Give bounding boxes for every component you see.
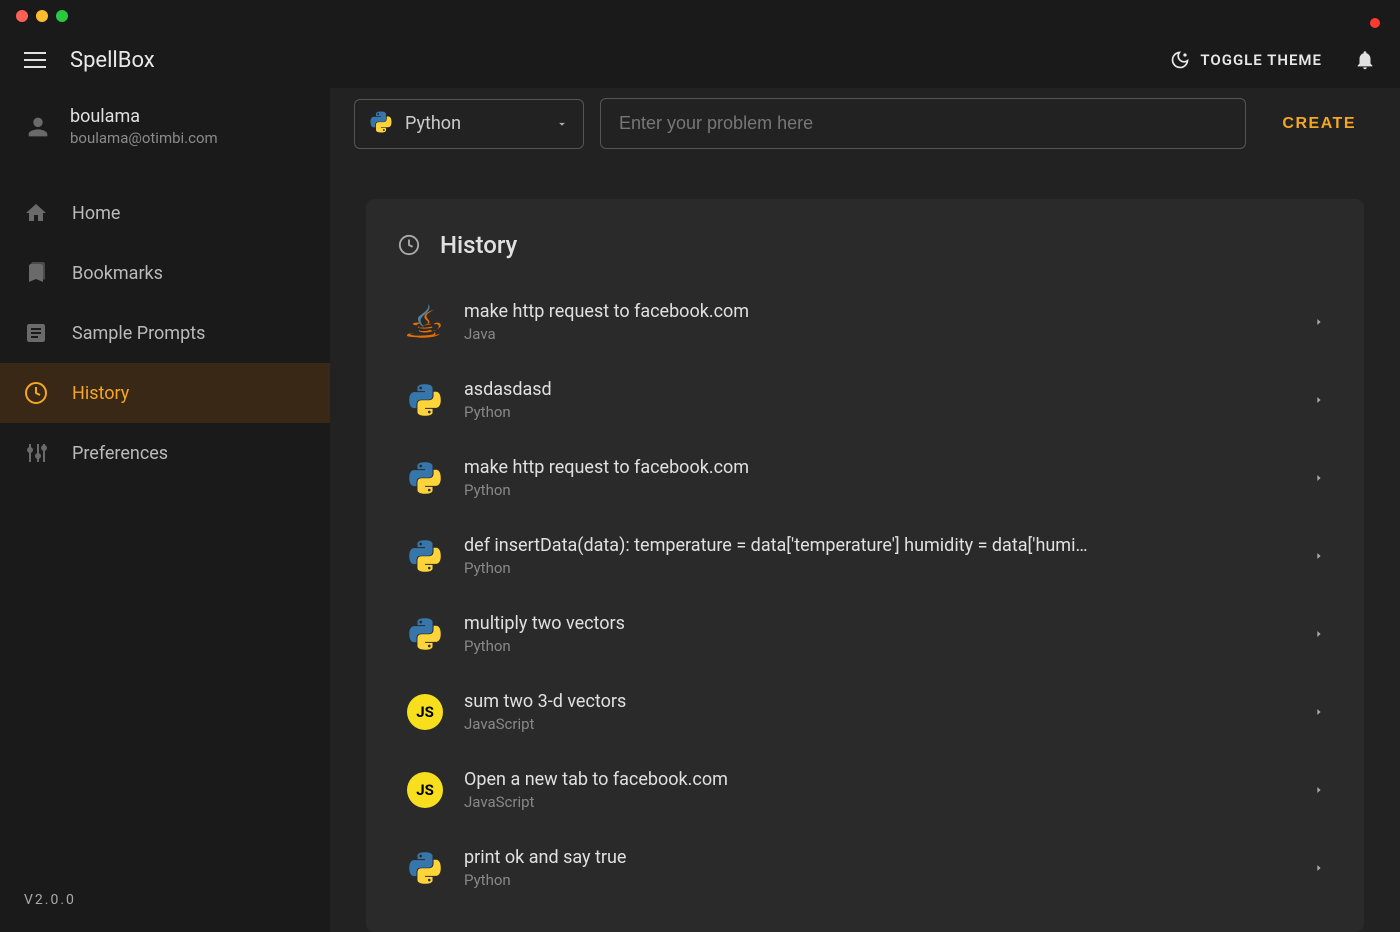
chevron-right-icon [1314,629,1324,639]
history-prompt: multiply two vectors [464,613,1294,634]
sidebar-item-preferences[interactable]: Preferences [0,423,330,483]
history-language: Python [464,403,1294,421]
history-language: Java [464,325,1294,343]
window-controls [16,10,68,22]
python-icon [369,110,393,138]
history-item[interactable]: print ok and say true Python [398,829,1332,907]
history-language: Python [464,481,1294,499]
history-item[interactable]: def insertData(data): temperature = data… [398,517,1332,595]
python-icon [406,459,444,497]
history-prompt: asdasdasd [464,379,1294,400]
user-email: boulama@otimbi.com [70,129,218,147]
js-icon: JS [406,693,444,731]
js-icon: JS [406,771,444,809]
minimize-window-button[interactable] [36,10,48,22]
history-language: Python [464,871,1294,889]
sidebar: boulama boulama@otimbi.com Home Bookmarks… [0,88,330,932]
content: Python CREATE History make http request … [330,88,1400,932]
sidebar-item-home[interactable]: Home [0,183,330,243]
chevron-right-icon [1314,863,1324,873]
input-row: Python CREATE [330,88,1400,159]
clock-icon [398,234,420,256]
history-prompt: make http request to facebook.com [464,457,1294,478]
chevron-right-icon [1314,785,1324,795]
menu-icon[interactable] [24,52,46,68]
notifications-icon[interactable] [1354,49,1376,71]
history-prompt: def insertData(data): temperature = data… [464,535,1294,556]
user-profile[interactable]: boulama boulama@otimbi.com [0,94,330,167]
nav-label: History [72,383,129,404]
history-item[interactable]: make http request to facebook.com Python [398,439,1332,517]
user-icon [24,113,52,141]
history-prompt: make http request to facebook.com [464,301,1294,322]
problem-input[interactable] [600,98,1246,149]
doc-icon [24,321,48,345]
nav-label: Bookmarks [72,263,163,284]
history-item[interactable]: asdasdasd Python [398,361,1332,439]
history-prompt: Open a new tab to facebook.com [464,769,1294,790]
chevron-right-icon [1314,473,1324,483]
maximize-window-button[interactable] [56,10,68,22]
language-select[interactable]: Python [354,99,584,149]
history-language: Python [464,559,1294,577]
moon-icon [1170,50,1190,70]
toggle-theme-button[interactable]: TOGGLE THEME [1170,50,1322,70]
notification-dot [1370,18,1380,28]
history-list: make http request to facebook.com Java asd… [366,283,1364,907]
nav-label: Sample Prompts [72,323,205,344]
history-language: Python [464,637,1294,655]
history-prompt: print ok and say true [464,847,1294,868]
history-language: JavaScript [464,715,1294,733]
history-item[interactable]: make http request to facebook.com Java [398,283,1332,361]
bookmark-icon [24,261,48,285]
titlebar [0,0,1400,32]
clock-icon [24,381,48,405]
history-language: JavaScript [464,793,1294,811]
close-window-button[interactable] [16,10,28,22]
python-icon [406,381,444,419]
history-item[interactable]: multiply two vectors Python [398,595,1332,673]
create-button[interactable]: CREATE [1262,115,1376,133]
nav-label: Home [72,203,120,224]
version-label: V2.0.0 [0,868,330,932]
chevron-right-icon [1314,551,1324,561]
chevron-right-icon [1314,395,1324,405]
history-prompt: sum two 3-d vectors [464,691,1294,712]
chevron-right-icon [1314,707,1324,717]
history-panel: History make http request to facebook.co… [366,199,1364,932]
user-name: boulama [70,106,218,127]
python-icon [406,615,444,653]
chevron-down-icon [555,117,569,131]
nav-label: Preferences [72,443,168,464]
language-select-label: Python [405,113,543,134]
sidebar-item-history[interactable]: History [0,363,330,423]
history-item[interactable]: JS Open a new tab to facebook.com JavaScri… [398,751,1332,829]
java-icon [406,303,444,341]
python-icon [406,537,444,575]
history-item[interactable]: JS sum two 3-d vectors JavaScript [398,673,1332,751]
sliders-icon [24,441,48,465]
sidebar-item-sample-prompts[interactable]: Sample Prompts [0,303,330,363]
app-title: SpellBox [70,48,155,73]
nav: Home Bookmarks Sample Prompts History Prefer… [0,183,330,483]
topbar: SpellBox TOGGLE THEME [0,32,1400,88]
history-title: History [440,231,517,259]
sidebar-item-bookmarks[interactable]: Bookmarks [0,243,330,303]
home-icon [24,201,48,225]
chevron-right-icon [1314,317,1324,327]
python-icon [406,849,444,887]
toggle-theme-label: TOGGLE THEME [1200,51,1322,69]
